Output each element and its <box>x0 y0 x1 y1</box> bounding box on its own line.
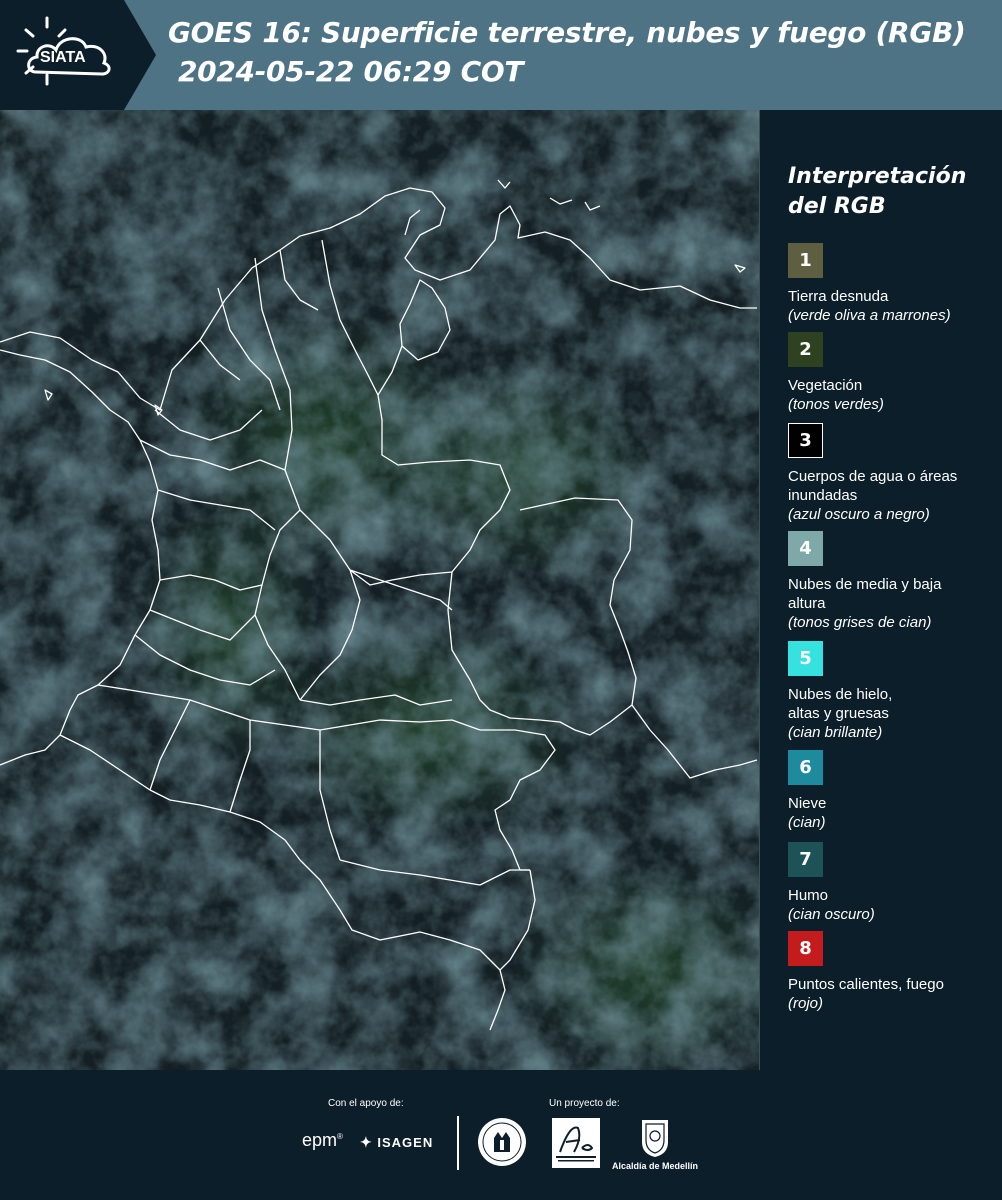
page-title: GOES 16: Superficie terrestre, nubes y f… <box>168 16 966 49</box>
project-caption: Un proyecto de: <box>549 1098 620 1109</box>
legend-item-vegetation: 2 Vegetación (tonos verdes) <box>788 332 998 414</box>
legend-note: (rojo) <box>788 995 824 1012</box>
legend-label: Puntos calientes, fuego <box>788 976 944 993</box>
legend-label: Vegetación <box>788 377 863 394</box>
legend-note: (verde oliva a marrones) <box>788 307 951 324</box>
legend-item-fire: 8 Puntos calientes, fuego (rojo) <box>788 931 998 1013</box>
legend-swatch: 3 <box>788 423 823 458</box>
epm-logo[interactable]: epm® <box>302 1130 343 1151</box>
footer-bar: Con el apoyo de: Un proyecto de: epm® ✦ … <box>0 1070 1002 1200</box>
legend-item-smoke: 7 Humo (cian oscuro) <box>788 842 998 924</box>
legend-item-bare-soil: 1 Tierra desnuda (verde oliva a marrones… <box>788 243 998 325</box>
area-metropolitana-logo-icon[interactable] <box>552 1118 600 1168</box>
satellite-map[interactable] <box>0 110 760 1070</box>
legend-label: Nieve <box>788 795 827 812</box>
legend-number: 6 <box>799 757 812 778</box>
legend-label: Nubes de hielo, altas y gruesas <box>788 686 893 722</box>
isagen-logo[interactable]: ✦ ISAGEN <box>360 1134 433 1151</box>
legend-label: Nubes de media y baja altura <box>788 576 942 612</box>
footer-divider <box>457 1116 459 1170</box>
legend-panel: Interpretación del RGB 1 Tierra desnuda … <box>760 110 1002 1070</box>
legend-swatch: 4 <box>788 531 823 566</box>
legend-note: (azul oscuro a negro) <box>788 506 930 523</box>
legend-swatch: 6 <box>788 750 823 785</box>
timestamp: 2024-05-22 06:29 COT <box>178 55 524 88</box>
legend-item-water: 3 Cuerpos de agua o áreas inundadas (azu… <box>788 423 998 524</box>
legend-label: Humo <box>788 887 829 904</box>
legend-swatch: 5 <box>788 641 823 676</box>
satellite-rgb-image <box>0 110 759 1070</box>
legend-note: (cian) <box>788 814 826 831</box>
legend-swatch: 8 <box>788 931 823 966</box>
legend-number: 2 <box>799 339 812 360</box>
siata-logo[interactable]: SIATA <box>0 0 158 110</box>
legend-swatch: 2 <box>788 332 823 367</box>
alcaldia-label: Alcaldía de Medellín <box>612 1161 699 1171</box>
alcaldia-shield-icon[interactable] <box>640 1118 670 1158</box>
legend-number: 7 <box>799 849 812 870</box>
legend-note: (tonos grises de cian) <box>788 614 932 631</box>
medellin-university-seal-icon[interactable] <box>476 1116 528 1168</box>
legend-note: (cian brillante) <box>788 724 883 741</box>
legend-note: (tonos verdes) <box>788 396 884 413</box>
legend-swatch: 1 <box>788 243 823 278</box>
siata-logo-icon: SIATA <box>0 0 156 110</box>
legend-title: Interpretación del RGB <box>788 164 967 219</box>
legend-number: 1 <box>799 250 812 271</box>
legend-number: 4 <box>799 538 812 559</box>
legend-number: 5 <box>799 648 812 669</box>
logo-text: SIATA <box>40 49 86 66</box>
legend-swatch: 7 <box>788 842 823 877</box>
support-caption: Con el apoyo de: <box>328 1098 404 1109</box>
legend-number: 3 <box>799 430 812 451</box>
legend-item-low-clouds: 4 Nubes de media y baja altura (tonos gr… <box>788 531 998 632</box>
header-bar: SIATA GOES 16: Superficie terrestre, nub… <box>0 0 1002 110</box>
legend-label: Cuerpos de agua o áreas inundadas <box>788 468 958 504</box>
legend-item-ice-clouds: 5 Nubes de hielo, altas y gruesas (cian … <box>788 641 998 742</box>
legend-note: (cian oscuro) <box>788 906 875 923</box>
isagen-icon: ✦ <box>360 1134 373 1150</box>
legend-item-snow: 6 Nieve (cian) <box>788 750 998 832</box>
legend-label: Tierra desnuda <box>788 288 889 305</box>
legend-number: 8 <box>799 938 812 959</box>
